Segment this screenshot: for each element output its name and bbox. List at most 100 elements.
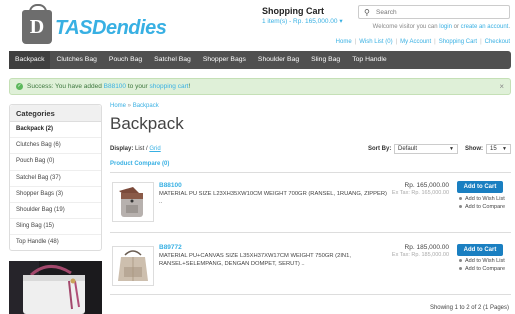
alert-prefix: Success: You have added — [27, 83, 104, 90]
main-menu: Backpack Clutches Bag Pouch Bag Satchel … — [9, 51, 511, 69]
breadcrumb-separator: » — [126, 103, 133, 109]
add-to-wishlist-link[interactable]: Add to Wish List — [459, 258, 505, 264]
handbag-photo — [9, 261, 102, 314]
menu-item-pouch-bag[interactable]: Pouch Bag — [103, 51, 148, 69]
add-to-compare-link[interactable]: Add to Compare — [459, 266, 505, 272]
logo-text[interactable]: TASDendies — [55, 17, 167, 40]
product-compare-link[interactable]: Product Compare (0) — [110, 161, 169, 167]
caret-down-icon: ▼ — [502, 146, 507, 152]
sort-label: Sort By: — [368, 146, 392, 152]
cart-dropdown[interactable]: 1 item(s) - Rp. 165,000.00 ▾ — [262, 17, 343, 25]
divider — [110, 172, 511, 173]
category-item-top-handle[interactable]: Top Handle (48) — [10, 235, 101, 250]
categories-header: Categories — [10, 105, 101, 122]
category-item-shopper-bags[interactable]: Shopper Bags (3) — [10, 187, 101, 203]
menu-item-shopper-bags[interactable]: Shopper Bags — [197, 51, 252, 69]
categories-title: Categories — [16, 109, 55, 118]
divider: | — [354, 39, 357, 45]
welcome-or: or — [451, 24, 461, 30]
grid-view-button[interactable]: Grid — [149, 146, 160, 152]
welcome-suffix: . — [508, 24, 510, 30]
category-item-sling-bag[interactable]: Sling Bag (15) — [10, 219, 101, 236]
bullet-icon — [459, 267, 462, 271]
product-thumbnail[interactable] — [112, 246, 154, 286]
cart-title: Shopping Cart — [262, 6, 324, 16]
bag-handle-shape — [29, 4, 47, 14]
product-description: MATERIAL PU SIZE L23XH35XW10CM WEIGHT 70… — [159, 191, 387, 205]
menu-item-sling-bag[interactable]: Sling Bag — [305, 51, 346, 69]
welcome-prefix: Welcome visitor you can — [372, 24, 440, 30]
success-alert: ✓ Success: You have added B88100 to your… — [9, 78, 511, 95]
divider: | — [434, 39, 436, 45]
alert-middle: to your — [126, 83, 150, 90]
add-to-wishlist-link[interactable]: Add to Wish List — [459, 196, 505, 202]
add-to-compare-label: Add to Compare — [465, 204, 506, 210]
bullet-icon — [459, 259, 462, 263]
link-shopping-cart[interactable]: Shopping Cart — [439, 39, 477, 45]
bullet-icon — [459, 197, 462, 201]
add-to-cart-button[interactable]: Add to Cart — [457, 244, 503, 256]
product-description: MATERIAL PU+CANVAS SIZE L35XH37XW17CM WE… — [159, 253, 351, 267]
cart-summary: 1 item(s) - Rp. 165,000.00 — [262, 18, 338, 25]
link-my-account[interactable]: My Account — [400, 39, 431, 45]
add-to-cart-button[interactable]: Add to Cart — [457, 181, 503, 193]
backpack-photo — [113, 183, 153, 221]
category-item-shoulder-bag[interactable]: Shoulder Bag (19) — [10, 203, 101, 220]
divider: | — [395, 39, 398, 45]
product-name-link[interactable]: B88100 — [159, 182, 182, 189]
top-links: Home | Wish List (0) | My Account | Shoppin… — [336, 39, 510, 45]
category-item-backpack[interactable]: Backpack (2) — [10, 122, 101, 139]
product-name-link[interactable]: B89772 — [159, 244, 182, 251]
menu-item-clutches-bag[interactable]: Clutches Bag — [50, 51, 102, 69]
menu-item-shoulder-bag[interactable]: Shoulder Bag — [252, 51, 305, 69]
product-price: Rp. 185,000.00 — [404, 244, 449, 251]
add-to-compare-link[interactable]: Add to Compare — [459, 204, 505, 210]
link-home[interactable]: Home — [336, 39, 352, 45]
search-input[interactable] — [376, 7, 506, 17]
divider: | — [480, 39, 482, 45]
divider — [110, 294, 511, 295]
welcome-text: Welcome visitor you can login or create … — [373, 24, 510, 30]
search-icon[interactable]: ⚲ — [364, 8, 370, 17]
add-to-wishlist-label: Add to Wish List — [465, 196, 505, 202]
link-wishlist[interactable]: Wish List (0) — [359, 39, 392, 45]
breadcrumb-current[interactable]: Backpack — [133, 103, 159, 109]
display-label: Display: — [110, 146, 134, 152]
page-title: Backpack — [110, 114, 184, 133]
pagination-info: Showing 1 to 2 of 2 (1 Pages) — [429, 305, 509, 311]
divider — [110, 232, 511, 233]
menu-item-backpack[interactable]: Backpack — [9, 51, 51, 69]
logo-bag-icon[interactable]: D — [22, 4, 52, 44]
search-box[interactable]: ⚲ — [358, 5, 510, 19]
product-ex-tax: Ex Tax: Rp. 185,000.00 — [391, 252, 449, 258]
link-checkout[interactable]: Checkout — [485, 39, 510, 45]
show-label: Show: — [465, 146, 483, 152]
menu-item-satchel-bag[interactable]: Satchel Bag — [148, 51, 197, 69]
category-item-pouch-bag[interactable]: Pouch Bag (0) — [10, 154, 101, 171]
alert-cart-link[interactable]: shopping cart — [150, 83, 189, 90]
product-ex-tax: Ex Tax: Rp. 165,000.00 — [391, 190, 449, 196]
product-thumbnail[interactable] — [112, 182, 154, 222]
menu-item-top-handle[interactable]: Top Handle — [346, 51, 392, 69]
close-icon[interactable]: × — [499, 82, 504, 91]
category-list: Backpack (2) Clutches Bag (6) Pouch Bag … — [10, 122, 101, 251]
product-price: Rp. 165,000.00 — [404, 182, 449, 189]
alert-product-link[interactable]: B88100 — [104, 83, 126, 90]
logo-letter: D — [29, 16, 45, 38]
alert-message: Success: You have added B88100 to your s… — [27, 83, 190, 90]
category-item-satchel-bag[interactable]: Satchel Bag (37) — [10, 171, 101, 187]
breadcrumb-home[interactable]: Home — [110, 103, 126, 109]
category-item-clutches-bag[interactable]: Clutches Bag (6) — [10, 138, 101, 155]
limit-select[interactable]: 15 ▼ — [486, 144, 511, 154]
display-toggle: Display: List / Grid — [110, 146, 161, 152]
promo-banner-image[interactable] — [9, 261, 102, 314]
bullet-icon — [459, 205, 462, 209]
login-link[interactable]: login — [439, 24, 452, 30]
breadcrumb: Home » Backpack — [110, 103, 159, 109]
sort-value: Default — [398, 146, 418, 152]
list-view-button[interactable]: List — [135, 146, 144, 152]
sort-select[interactable]: Default ▼ — [394, 144, 458, 154]
create-account-link[interactable]: create an account — [461, 24, 509, 30]
check-circle-icon: ✓ — [16, 83, 23, 90]
categories-panel: Categories Backpack (2) Clutches Bag (6)… — [9, 104, 102, 251]
